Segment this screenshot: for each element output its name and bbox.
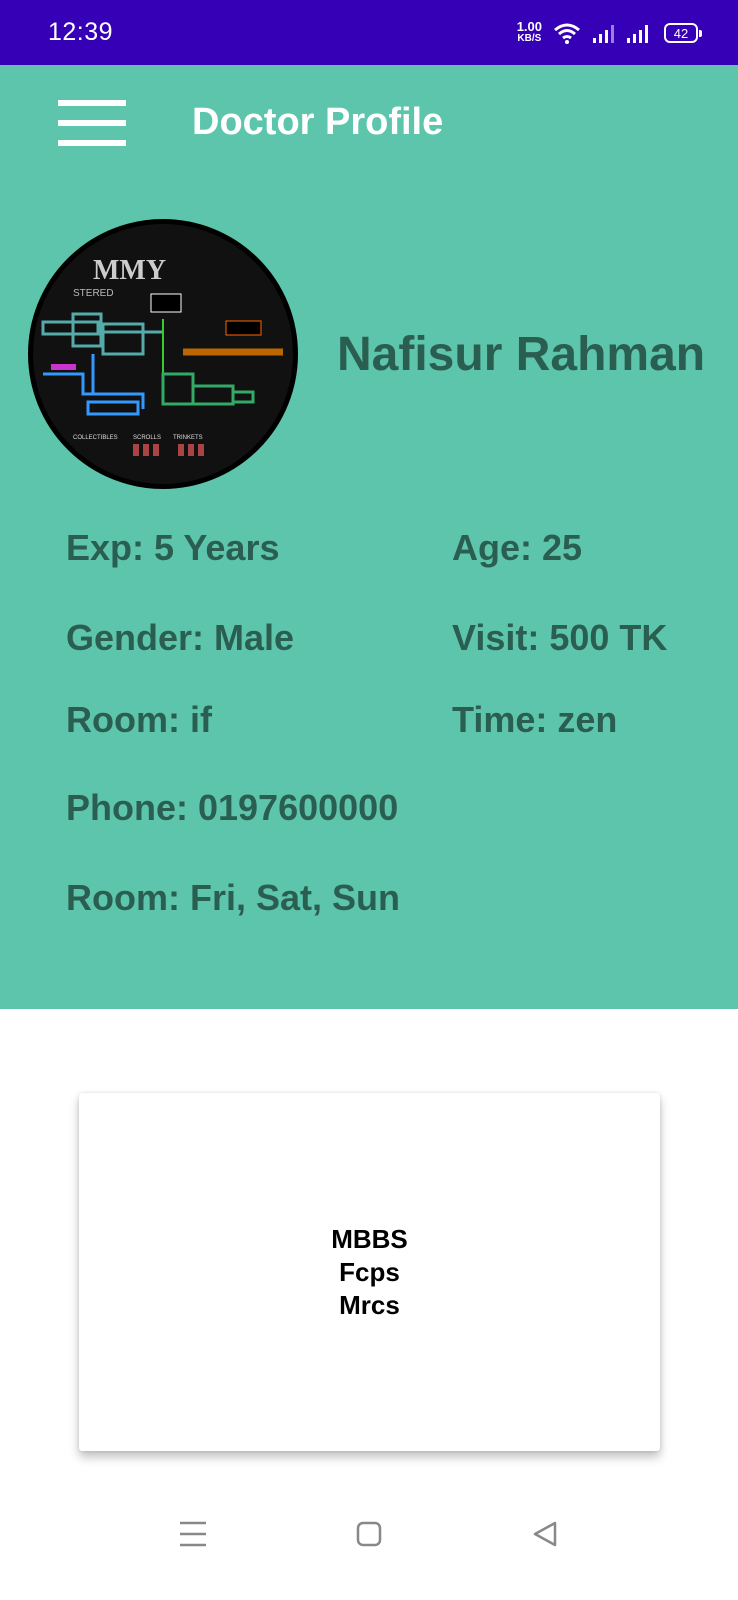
doctor-name: Nafisur Rahman <box>337 328 706 381</box>
profile-header: Doctor Profile MMY STERED COLLECTIBLES S… <box>0 65 738 1009</box>
qualification-item: Mrcs <box>339 1289 400 1320</box>
battery-level: 42 <box>673 25 689 41</box>
net-speed-indicator: 1.00 KB/S <box>516 19 542 45</box>
age-text: Age: 25 <box>452 527 583 568</box>
qualification-item: Fcps <box>339 1256 400 1287</box>
recents-icon[interactable] <box>178 1520 208 1548</box>
qualification-item: MBBS <box>331 1223 408 1254</box>
home-icon[interactable] <box>355 1520 383 1548</box>
signal-icon <box>627 25 648 43</box>
experience-text: Exp: 5 Years <box>66 527 280 568</box>
time-text: Time: zen <box>452 699 618 740</box>
avatar-legend-1: COLLECTIBLES <box>73 435 118 441</box>
menu-icon[interactable] <box>58 100 126 146</box>
avatar-legend-2: SCROLLS <box>133 435 161 441</box>
signal-icon <box>593 25 614 43</box>
qualifications-card: MBBS Fcps Mrcs <box>79 1093 660 1451</box>
room-text: Room: if <box>66 699 212 740</box>
navigation-bar <box>0 1478 738 1600</box>
battery-icon: 42 <box>664 23 702 43</box>
gender-text: Gender: Male <box>66 617 295 658</box>
avatar-image: MMY STERED COLLECTIBLES SCROLLS TRINKETS <box>33 224 293 484</box>
phone-text: Phone: 0197600000 <box>66 787 399 828</box>
avatar-legend-3: TRINKETS <box>173 435 203 441</box>
avatar-subtitle-text: STERED <box>73 288 114 299</box>
back-icon[interactable] <box>531 1520 559 1548</box>
net-speed-value: 1.00 <box>516 19 542 34</box>
qualifications-text: MBBS Fcps Mrcs <box>331 1223 408 1322</box>
net-speed-unit: KB/S <box>517 33 542 44</box>
avatar-title-text: MMY <box>93 255 166 286</box>
status-time: 12:39 <box>48 18 114 46</box>
wifi-icon <box>554 23 580 44</box>
days-text: Room: Fri, Sat, Sun <box>66 877 401 918</box>
avatar: MMY STERED COLLECTIBLES SCROLLS TRINKETS <box>28 219 298 489</box>
visit-fee-text: Visit: 500 TK <box>452 617 668 658</box>
status-bar: 12:39 1.00 KB/S 42 <box>0 0 738 65</box>
page-title: Doctor Profile <box>192 101 444 143</box>
status-icons: 1.00 KB/S 42 <box>516 18 702 48</box>
